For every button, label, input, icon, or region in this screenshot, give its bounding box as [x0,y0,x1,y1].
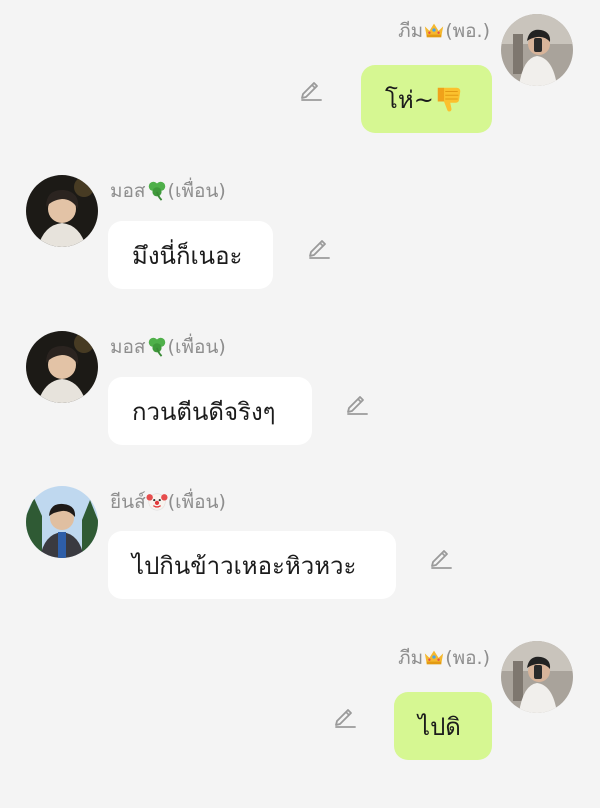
message-text: โห่~ [385,85,434,114]
message-text: ไปดิ [418,712,461,741]
sender-role: (เพื่อน) [167,336,226,358]
message-bubble[interactable]: มึงนี่ก็เนอะ [108,221,273,289]
sender-name-text: ยีนส์ [110,491,146,513]
avatar[interactable] [26,486,98,558]
sender-role: (เพื่อน) [167,180,226,202]
sender-name-text: มอส [110,336,146,358]
sender-name-text: ภีม [398,647,424,669]
message-text: ไปกินข้าวเหอะหิวหวะ [132,551,357,580]
message-bubble[interactable]: ไปดิ [394,692,492,760]
pencil-icon[interactable] [427,543,455,571]
sender-name: ยีนส์ (เพื่อน) [110,490,226,513]
message-bubble[interactable]: โห่~ [361,65,492,133]
sender-role: (เพื่อน) [167,491,226,513]
message-bubble[interactable]: ไปกินข้าวเหอะหิวหวะ [108,531,396,599]
shamrock-icon [146,335,168,357]
shamrock-icon [146,179,168,201]
avatar[interactable] [26,331,98,403]
pencil-icon[interactable] [343,389,371,417]
pencil-icon[interactable] [331,702,359,730]
avatar[interactable] [26,175,98,247]
message-bubble[interactable]: กวนตีนดีจริงๆ [108,377,312,445]
clown-icon [146,490,168,512]
crown-icon [423,646,445,668]
sender-name: ภีม (พอ.) [398,646,490,669]
sender-role: (พอ.) [445,647,490,669]
thumbs-down-icon [434,84,464,114]
chat-screen: ภีม (พอ.) โห่~ มอส (เพื่อน) มึงนี่ก็เนอะ [0,0,600,808]
message-text: กวนตีนดีจริงๆ [132,397,276,426]
crown-icon [423,19,445,41]
sender-role: (พอ.) [445,20,490,42]
sender-name: มอส (เพื่อน) [110,179,226,202]
sender-name-text: ภีม [398,20,424,42]
avatar[interactable] [501,641,573,713]
pencil-icon[interactable] [305,233,333,261]
message-text: มึงนี่ก็เนอะ [132,241,243,270]
sender-name: ภีม (พอ.) [398,19,490,42]
pencil-icon[interactable] [297,75,325,103]
sender-name: มอส (เพื่อน) [110,335,226,358]
avatar[interactable] [501,14,573,86]
sender-name-text: มอส [110,180,146,202]
